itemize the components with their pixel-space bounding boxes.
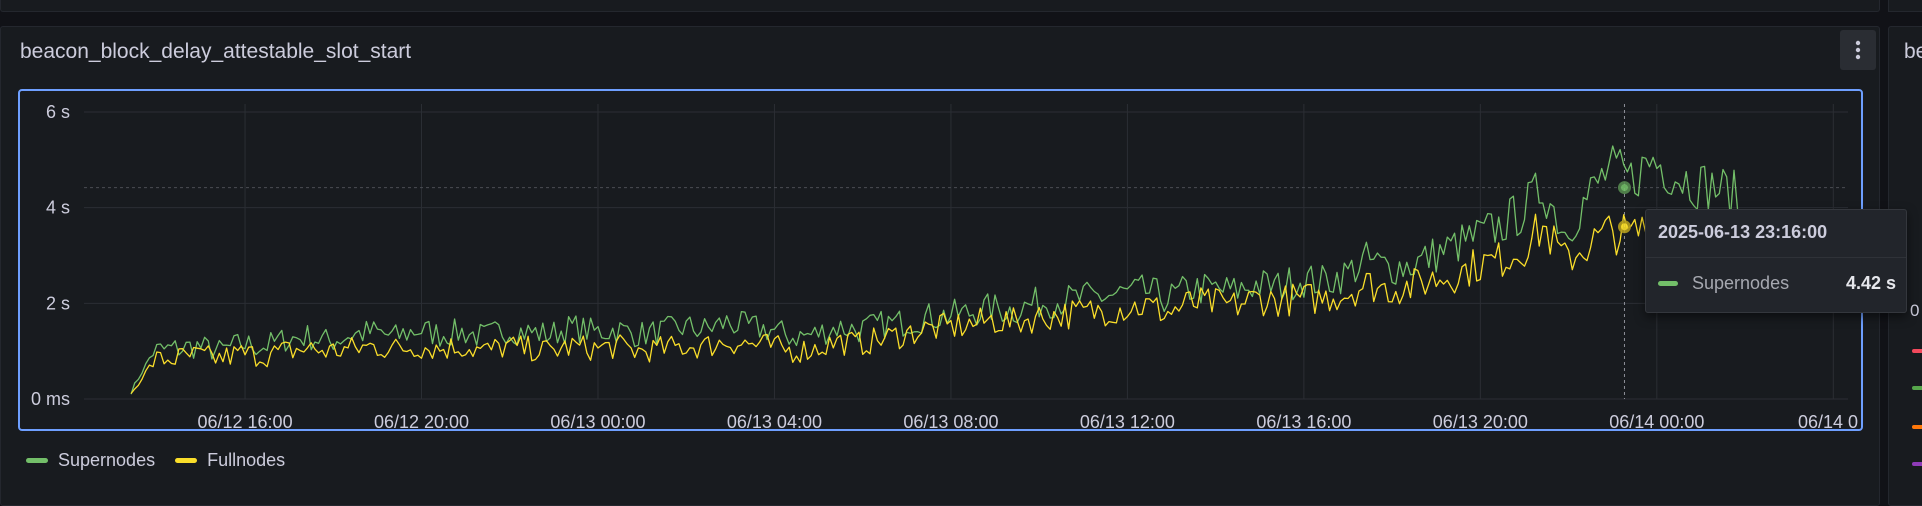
x-tick-label: 06/13 16:00: [1256, 412, 1351, 432]
y-tick-label: 2 s: [46, 293, 70, 313]
legend-item-supernodes[interactable]: Supernodes: [26, 450, 155, 471]
hover-point-fullnodes: [1617, 220, 1631, 234]
tooltip-divider: [1646, 257, 1906, 258]
legend: Supernodes Fullnodes: [26, 450, 285, 471]
hover-point-supernodes: [1617, 181, 1631, 195]
tooltip-row: Supernodes 4.42 s: [1658, 273, 1896, 294]
legend-label-supernodes: Supernodes: [58, 450, 156, 470]
series-line-fullnodes: [130, 213, 1739, 394]
x-tick-label: 06/13 04:00: [727, 412, 822, 432]
x-tick-label: 06/12 16:00: [197, 412, 292, 432]
tooltip-series-swatch: [1658, 281, 1678, 286]
legend-swatch-fullnodes: [175, 458, 198, 463]
chart-svg: 0 ms 2 s 4 s 6 s 06/12 16:00 06/12 20:00 06/13…: [31, 102, 1858, 432]
tooltip-timestamp: 2025-06-13 23:16:00: [1658, 222, 1828, 242]
y-tick-label: 6 s: [46, 102, 70, 122]
x-tick-label: 06/14 0: [1798, 412, 1858, 432]
x-tick-label: 06/14 00:00: [1609, 412, 1704, 432]
y-tick-label: 0 ms: [31, 389, 70, 409]
legend-swatch-supernodes: [26, 458, 48, 463]
x-tick-label: 06/13 12:00: [1080, 412, 1175, 432]
x-tick-label: 06/13 20:00: [1433, 412, 1528, 432]
tooltip-series-value: 4.42 s: [1845, 273, 1896, 293]
x-tick-label: 06/13 00:00: [550, 412, 645, 432]
legend-label-fullnodes: Fullnodes: [207, 450, 286, 470]
tooltip-series-name: Supernodes: [1692, 273, 1790, 293]
hover-tooltip: 2025-06-13 23:16:00 Supernodes 4.42 s: [1645, 209, 1907, 313]
x-tick-label: 06/13 08:00: [903, 412, 998, 432]
legend-item-fullnodes[interactable]: Fullnodes: [175, 450, 285, 471]
x-tick-label: 06/12 20:00: [374, 412, 469, 432]
series-line-supernodes: [130, 145, 1739, 395]
y-tick-label: 4 s: [46, 198, 70, 218]
